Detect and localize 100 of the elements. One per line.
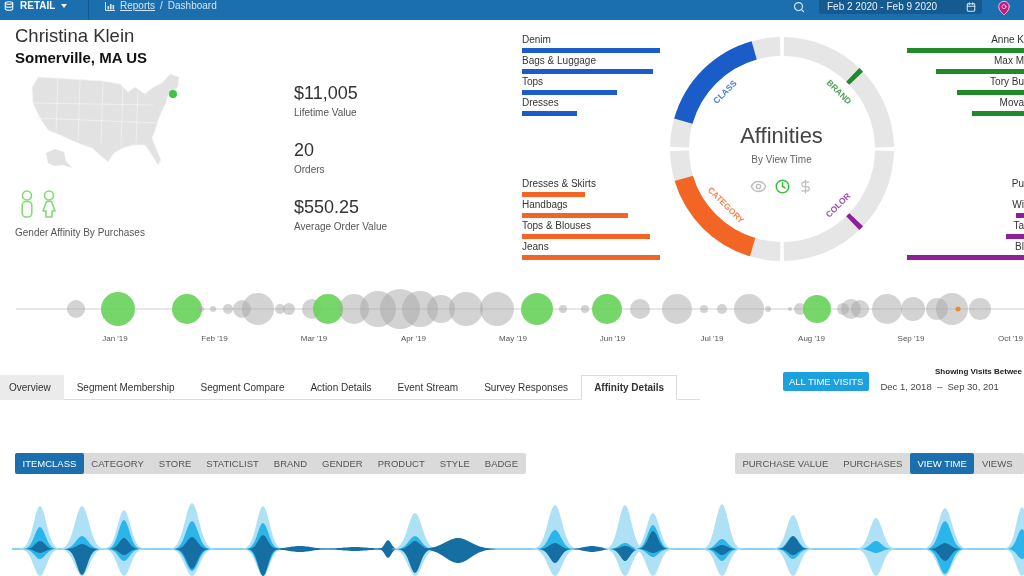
measure-toggle[interactable]: PURCHASE VALUE [734, 453, 836, 474]
customer-name: Christina Klein [15, 26, 136, 46]
affinity-label: Handbags [522, 199, 568, 210]
month-label: Jun '19 [599, 334, 626, 344]
visit-bubble[interactable] [901, 297, 925, 321]
affinity-label: Max M [994, 55, 1024, 66]
visit-bubble[interactable] [592, 294, 622, 324]
visit-bubble[interactable] [449, 292, 483, 326]
affinity-label: Bags & Luggage [522, 55, 596, 66]
visit-bubble[interactable] [700, 305, 708, 313]
dimension-toggle[interactable]: STYLE [432, 453, 478, 474]
stat-label: Lifetime Value [294, 107, 358, 119]
bar-chart-icon [105, 1, 115, 11]
stat-value: 20 [294, 139, 316, 161]
stat-label: Orders [294, 164, 326, 176]
caret-down-icon [61, 4, 68, 8]
measure-toggle[interactable]: PURCHASES [835, 453, 910, 474]
visit-bubble[interactable] [480, 292, 514, 326]
visit-bubble[interactable] [313, 294, 343, 324]
affinity-label: Wi [1012, 199, 1024, 210]
visit-bubble[interactable] [936, 293, 968, 325]
affinity-arc[interactable] [673, 41, 757, 125]
dimension-toggle[interactable]: ITEMCLASS [15, 453, 84, 474]
visit-bubble[interactable] [872, 294, 902, 324]
affinity-arc[interactable] [674, 175, 756, 257]
affinity-label: Ta [1013, 220, 1024, 231]
dollar-icon[interactable] [798, 179, 813, 194]
visit-bubble[interactable] [242, 293, 274, 325]
dimension-toggle[interactable]: PRODUCT [370, 453, 433, 474]
visit-bubble[interactable] [283, 303, 295, 315]
affinities-title: Affinities [740, 124, 823, 148]
tab[interactable]: Segment Membership [63, 375, 188, 400]
visit-bubble[interactable] [734, 294, 764, 324]
clock-icon[interactable] [775, 179, 790, 194]
tab[interactable]: Survey Responses [471, 375, 582, 400]
tab[interactable]: Overview [0, 375, 64, 400]
breadcrumb-separator: / [160, 0, 163, 12]
visit-bubble[interactable] [803, 295, 831, 323]
visit-bubble[interactable] [581, 305, 589, 313]
affinity-label: Anne K [991, 34, 1024, 45]
month-label: Oct '19 [997, 334, 1024, 344]
location-dot-icon [169, 90, 177, 98]
measure-toggle[interactable]: VIEWS [974, 453, 1020, 474]
calendar-icon [966, 2, 976, 12]
app-menu-button[interactable]: RETAIL [0, 0, 68, 12]
affinity-label: Tops & Blouses [522, 220, 591, 231]
visit-bubble[interactable] [662, 294, 692, 324]
visit-bubble[interactable] [172, 294, 202, 324]
affinity-label: Pu [1011, 178, 1024, 189]
database-icon [4, 1, 14, 11]
male-figure-icon [20, 190, 34, 218]
tab[interactable]: Action Details [297, 375, 385, 400]
affinity-label: Bl [1015, 241, 1024, 252]
affinities-subtitle: By View Time [751, 154, 812, 166]
eye-icon[interactable] [750, 178, 767, 195]
stat-value: $550.25 [294, 196, 361, 218]
dimension-toggle[interactable]: STORE [151, 453, 199, 474]
visit-bubble[interactable] [67, 300, 85, 318]
affinity-label: Mova [999, 97, 1024, 108]
visit-bubble[interactable] [851, 300, 869, 318]
month-label: Mar '19 [300, 334, 328, 344]
date-range-field[interactable]: Feb 2 2020 - Feb 9 2020 [819, 0, 982, 14]
affinity-label: Tory Bu [990, 76, 1024, 87]
dimension-toggle[interactable]: BRAND [266, 453, 315, 474]
customer-location: Somerville, MA US [15, 49, 148, 67]
month-label: Jan '19 [102, 334, 128, 344]
dimension-toggle[interactable]: GENDER [314, 453, 371, 474]
visit-bubble[interactable] [521, 293, 553, 325]
affinity-label: Dresses [522, 97, 559, 108]
dimension-toggle[interactable]: STATICLIST [198, 453, 267, 474]
affinity-label: Tops [522, 76, 544, 87]
all-time-visits-button[interactable]: ALL TIME VISITS [783, 372, 870, 391]
visit-bubble[interactable] [559, 305, 567, 313]
visit-bubble[interactable] [788, 307, 792, 311]
female-figure-icon [42, 190, 56, 218]
gender-affinity-caption: Gender Affinity By Purchases [15, 227, 146, 239]
month-label: May '19 [499, 334, 527, 344]
visit-bubble[interactable] [969, 298, 991, 320]
month-label: Jul '19 [700, 334, 724, 344]
month-label: Apr '19 [400, 334, 427, 344]
affinity-label: Denim [522, 34, 551, 45]
dimension-toggle[interactable]: BADGE [477, 453, 526, 474]
month-label: Sep '19 [897, 334, 925, 344]
tab[interactable]: Event Stream [384, 375, 472, 400]
month-label: Aug '19 [798, 334, 825, 344]
search-button[interactable] [793, 1, 805, 13]
visit-bubble[interactable] [275, 304, 285, 314]
tab[interactable]: Affinity Details [581, 375, 678, 400]
visit-bubble[interactable] [765, 306, 771, 312]
visits-date-range: Dec 1, 2018 – Sep 30, 201 [880, 380, 999, 394]
dimension-toggle[interactable]: CATEGORY [83, 453, 152, 474]
affinity-label: Dresses & Skirts [522, 178, 596, 189]
measure-toggle[interactable]: VIEW TIME [909, 453, 975, 474]
tab[interactable]: Segment Compare [187, 375, 298, 400]
map-pin-icon[interactable] [996, 0, 1012, 16]
visit-bubble[interactable] [630, 299, 650, 319]
visit-bubble[interactable] [101, 292, 135, 326]
breadcrumb-link[interactable]: Reports [120, 0, 155, 12]
visit-bubble[interactable] [794, 303, 806, 315]
stat-value: $11,005 [294, 82, 359, 104]
